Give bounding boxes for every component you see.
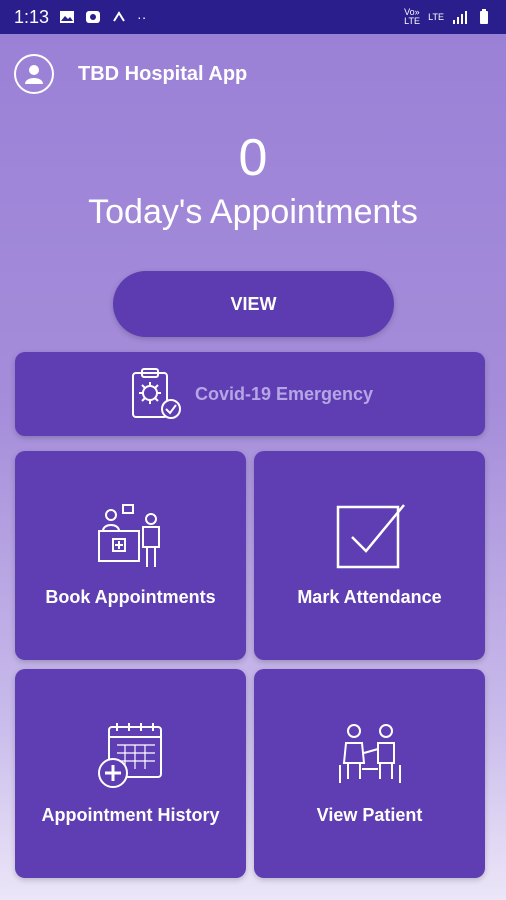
data-transfer-icon (113, 11, 125, 22)
checkbox-icon (336, 504, 405, 569)
covid-emergency-label: Covid-19 Emergency (194, 383, 374, 404)
book-appointments-tile[interactable]: Book Appointments (15, 451, 246, 660)
view-button[interactable]: VIEW (113, 271, 394, 337)
view-patient-tile[interactable]: View Patient (254, 669, 485, 878)
network-label-1: Vo» LTE (404, 7, 420, 26)
appointments-label: Today's Appointments (88, 193, 418, 231)
mark-attendance-tile[interactable]: Mark Attendance (254, 451, 485, 660)
app-notification-icon (86, 11, 101, 23)
appointment-history-tile[interactable]: Appointment History (15, 669, 246, 878)
battery-icon (480, 9, 488, 24)
appointments-count: 0 (238, 129, 268, 187)
signal-icon (453, 11, 467, 24)
view-patient-label: View Patient (316, 805, 423, 825)
more-notifications-icon: ·· (137, 9, 147, 25)
calendar-medical-icon (97, 723, 162, 788)
covid-emergency-card[interactable]: Covid-19 Emergency (15, 352, 485, 436)
doctor-patient-icon (338, 724, 401, 783)
app-title: TBD Hospital App (78, 62, 248, 85)
status-time: 1:13 (14, 6, 50, 27)
reception-desk-icon (97, 504, 160, 567)
mark-attendance-label: Mark Attendance (297, 587, 442, 607)
network-label-2: LTE (428, 12, 444, 22)
status-bar: 1:13 ·· Vo» LTE LTE (0, 0, 506, 34)
clipboard-virus-icon (131, 368, 181, 419)
appointment-history-label: Appointment History (41, 805, 220, 825)
gallery-notification-icon (60, 11, 75, 23)
app-header: TBD Hospital App (14, 52, 247, 96)
book-appointments-label: Book Appointments (45, 587, 216, 607)
user-avatar-icon[interactable] (14, 54, 54, 94)
